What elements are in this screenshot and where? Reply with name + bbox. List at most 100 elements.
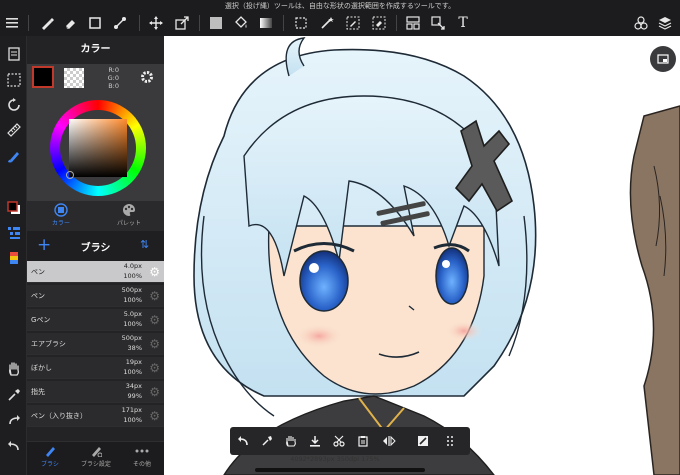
document-icon[interactable]: [4, 44, 23, 63]
tab-brush[interactable]: ブラシ: [27, 445, 73, 468]
bucket-icon[interactable]: [231, 13, 251, 33]
brush-size: 500px: [121, 334, 142, 342]
brush-size: 4.0px: [123, 262, 142, 270]
square-shape-icon[interactable]: [85, 13, 105, 33]
tab-color[interactable]: カラー: [31, 203, 91, 227]
brush-item[interactable]: 指先 34px 99% ⚙: [27, 381, 164, 403]
brush-opacity: 100%: [123, 272, 142, 280]
grid-dots-icon[interactable]: [442, 432, 460, 450]
color-panel: R:0 G:0 B:0 カラー パレット: [27, 64, 164, 236]
tab-palette-label: パレット: [116, 220, 141, 227]
home-indicator: [255, 468, 425, 472]
move-icon[interactable]: [146, 13, 166, 33]
bottom-tabs: ブラシ ブラシ設定 その他: [27, 441, 164, 475]
flip-horizontal-icon[interactable]: [380, 432, 398, 450]
brush-settings-gear-icon[interactable]: ⚙: [149, 337, 160, 351]
scissors-icon[interactable]: [330, 432, 348, 450]
selection-icon[interactable]: [4, 70, 23, 89]
brush-item[interactable]: ペン 4.0px 100% ⚙: [27, 261, 164, 283]
more-dots-icon: [119, 445, 165, 459]
drawing-canvas[interactable]: [164, 36, 680, 475]
brush-item[interactable]: エアブラシ 500px 38% ⚙: [27, 333, 164, 355]
main-color-swatch[interactable]: [32, 66, 54, 88]
sub-color-swatch[interactable]: [64, 68, 84, 88]
brush-item[interactable]: Gペン 5.0px 100% ⚙: [27, 309, 164, 331]
toolbar-divider: [139, 15, 140, 31]
gradient-icon[interactable]: [256, 13, 276, 33]
brush-name: ペン: [31, 292, 45, 300]
ruler-icon[interactable]: [4, 120, 23, 139]
brush-settings-gear-icon[interactable]: ⚙: [149, 313, 160, 327]
download-icon[interactable]: [306, 432, 324, 450]
brush-icon[interactable]: [4, 146, 23, 165]
transform-icon[interactable]: [110, 13, 130, 33]
brush-name: ペン: [31, 268, 45, 276]
brush-item[interactable]: ペン 500px 100% ⚙: [27, 285, 164, 307]
fill-color-icon[interactable]: [206, 13, 226, 33]
sort-icon[interactable]: ⇅: [140, 238, 149, 251]
saturation-value-square[interactable]: [69, 119, 127, 177]
brush-size: 171px: [121, 406, 142, 414]
brush-settings-gear-icon[interactable]: ⚙: [149, 265, 160, 279]
tab-brush-settings-label: ブラシ設定: [81, 461, 111, 468]
color-tab-icon: [54, 203, 68, 217]
r-value: R:0: [108, 66, 119, 74]
top-toolbar: 選択（投げ縄）ツールは、自由な形状の選択範囲を作成するツールです。 T: [0, 0, 680, 36]
brush-item[interactable]: ぼかし 19px 100% ⚙: [27, 357, 164, 379]
brush-size: 19px: [125, 358, 142, 366]
hue-wheel[interactable]: [50, 100, 146, 196]
brush-settings-gear-icon[interactable]: ⚙: [149, 361, 160, 375]
select-rect-icon[interactable]: [291, 13, 311, 33]
text-icon[interactable]: T: [453, 13, 473, 33]
side-panel: カラー R:0 G:0 B:0 カラー パレット + ブラシ ⇅ ペン 4.0p…: [27, 36, 164, 475]
brush-item[interactable]: ペン（入り抜き） 171px 100% ⚙: [27, 405, 164, 427]
undo-icon[interactable]: [234, 432, 252, 450]
select-eraser-icon[interactable]: [369, 13, 389, 33]
toolbar-divider: [28, 15, 29, 31]
magic-wand-icon[interactable]: [317, 13, 337, 33]
eyedropper-icon[interactable]: [258, 432, 276, 450]
canvas-info: 4092*2893px 350dpi 175%: [290, 455, 380, 463]
menu-icon[interactable]: [2, 13, 22, 33]
brush-opacity: 38%: [127, 344, 142, 352]
brush-settings-gear-icon[interactable]: ⚙: [149, 409, 160, 423]
hand-icon[interactable]: [282, 432, 300, 450]
tool-hint: 選択（投げ縄）ツールは、自由な形状の選択範囲を作成するツールです。: [224, 2, 456, 10]
brush-settings-tab-icon: [73, 445, 119, 459]
export-icon[interactable]: [172, 13, 192, 33]
eraser-icon[interactable]: [60, 13, 80, 33]
brush-settings-gear-icon[interactable]: ⚙: [149, 289, 160, 303]
reference-window-button[interactable]: [650, 46, 676, 72]
brush-name: 指先: [31, 388, 45, 396]
color-swatch-icon[interactable]: [4, 198, 23, 217]
materials-icon[interactable]: [631, 13, 651, 33]
paste-icon[interactable]: [354, 432, 372, 450]
layer-list-icon[interactable]: [4, 223, 23, 242]
tab-palette[interactable]: パレット: [99, 203, 159, 227]
select-pen-icon[interactable]: [343, 13, 363, 33]
rotate-icon[interactable]: [4, 95, 23, 114]
tab-color-label: カラー: [51, 220, 70, 227]
brush-size: 5.0px: [123, 310, 142, 318]
canvas-fit-icon[interactable]: [414, 432, 432, 450]
tab-other[interactable]: その他: [119, 445, 165, 468]
color-settings-gear-icon[interactable]: [139, 69, 155, 89]
color-picker-handle[interactable]: [66, 171, 74, 179]
brush-opacity: 100%: [123, 416, 142, 424]
layers-icon[interactable]: [655, 13, 675, 33]
brush-settings-gear-icon[interactable]: ⚙: [149, 385, 160, 399]
color-tabs: カラー パレット: [27, 201, 164, 231]
palette-strip-icon[interactable]: [4, 248, 23, 267]
layout-icon[interactable]: [403, 13, 423, 33]
select-layer-icon[interactable]: [428, 13, 448, 33]
tab-brush-label: ブラシ: [41, 461, 59, 468]
brush-opacity: 100%: [123, 296, 142, 304]
eyedropper-icon[interactable]: [4, 385, 23, 404]
undo-icon[interactable]: [4, 436, 23, 455]
tab-brush-settings[interactable]: ブラシ設定: [73, 445, 119, 468]
pen-tool-icon[interactable]: [37, 13, 57, 33]
redo-icon[interactable]: [4, 410, 23, 429]
brush-list: ペン 4.0px 100% ⚙ ペン 500px 100% ⚙ Gペン 5.0p…: [27, 261, 164, 441]
hand-icon[interactable]: [4, 359, 23, 378]
brush-name: Gペン: [31, 316, 51, 324]
